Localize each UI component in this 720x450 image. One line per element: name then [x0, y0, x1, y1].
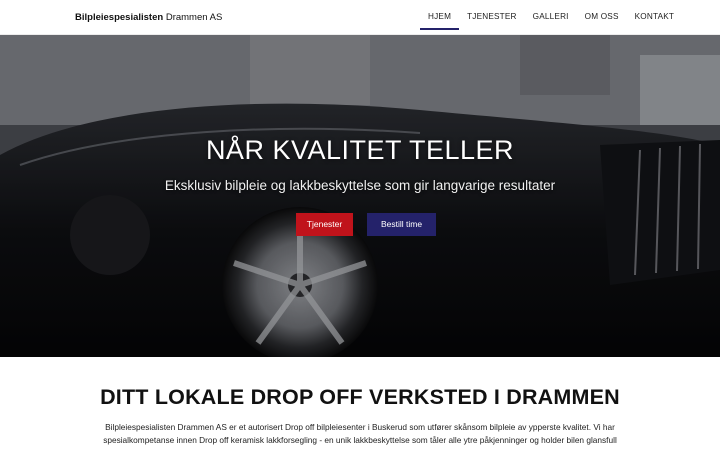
- brand-name-bold: Bilpleiespesialisten: [75, 12, 164, 23]
- intro-title: DITT LOKALE DROP OFF VERKSTED I DRAMMEN: [100, 385, 620, 409]
- nav-item-kontakt[interactable]: KONTAKT: [627, 0, 682, 35]
- nav-item-galleri[interactable]: GALLERI: [525, 0, 577, 35]
- intro-text-line-1: Bilpleiespesialisten Drammen AS er et au…: [105, 422, 615, 432]
- brand-logo[interactable]: Bilpleiespesialisten Drammen AS: [75, 12, 222, 23]
- nav-item-om-oss[interactable]: OM OSS: [577, 0, 627, 35]
- top-navbar: Bilpleiespesialisten Drammen AS HJEM TJE…: [0, 0, 720, 35]
- hero-title: NÅR KVALITET TELLER: [205, 135, 515, 165]
- hero-subtitle: Eksklusiv bilpleie og lakkbeskyttelse so…: [164, 178, 556, 193]
- brand-name-rest: Drammen AS: [163, 12, 223, 23]
- book-appointment-button[interactable]: Bestill time: [367, 213, 436, 236]
- services-button[interactable]: Tjenester: [296, 213, 353, 236]
- intro-text: Bilpleiespesialisten Drammen AS er et au…: [80, 421, 640, 447]
- hero-section: NÅR KVALITET TELLER Eksklusiv bilpleie o…: [0, 35, 720, 357]
- intro-text-line-2: spesialkompetanse innen Drop off keramis…: [103, 435, 617, 445]
- nav-item-hjem[interactable]: HJEM: [420, 0, 460, 35]
- intro-section: DITT LOKALE DROP OFF VERKSTED I DRAMMEN …: [0, 357, 720, 450]
- main-nav: HJEM TJENESTER GALLERI OM OSS KONTAKT: [420, 0, 682, 35]
- hero-overlay: [0, 35, 720, 357]
- nav-item-tjenester[interactable]: TJENESTER: [459, 0, 525, 35]
